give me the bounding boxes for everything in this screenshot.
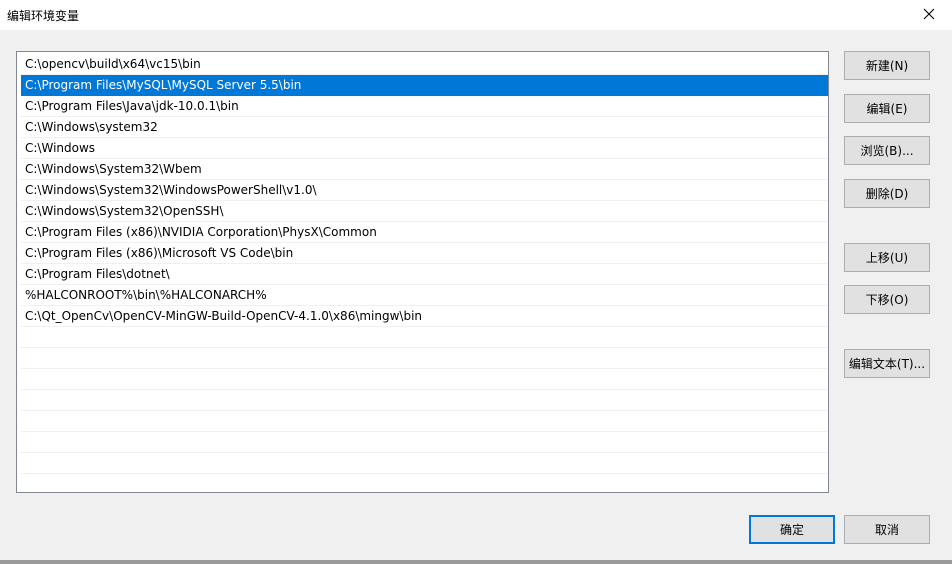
new-button[interactable]: 新建(N): [844, 51, 930, 80]
path-list[interactable]: C:\opencv\build\x64\vc15\bin C:\Program F…: [16, 51, 829, 493]
list-item[interactable]: [21, 432, 828, 453]
list-item[interactable]: C:\Program Files (x86)\Microsoft VS Code…: [21, 243, 828, 264]
list-item[interactable]: C:\Windows\System32\WindowsPowerShell\v1…: [21, 180, 828, 201]
title-bar: 编辑环境变量: [0, 0, 952, 30]
list-item[interactable]: [21, 369, 828, 390]
list-item[interactable]: [21, 390, 828, 411]
list-item[interactable]: C:\Qt_OpenCv\OpenCV-MinGW-Build-OpenCV-4…: [21, 306, 828, 327]
list-item[interactable]: [21, 348, 828, 369]
edit-text-button[interactable]: 编辑文本(T)...: [844, 349, 930, 378]
move-down-button[interactable]: 下移(O): [844, 285, 930, 314]
window-title: 编辑环境变量: [7, 9, 80, 23]
list-item[interactable]: [21, 453, 828, 474]
ok-button[interactable]: 确定: [749, 515, 835, 544]
list-item[interactable]: C:\Windows\System32\Wbem: [21, 159, 828, 180]
list-item-selected[interactable]: C:\Program Files\MySQL\MySQL Server 5.5\…: [21, 75, 828, 96]
background-strip: [0, 560, 952, 564]
list-item[interactable]: C:\Windows\system32: [21, 117, 828, 138]
list-item[interactable]: C:\Program Files\dotnet\: [21, 264, 828, 285]
list-item[interactable]: C:\Program Files (x86)\NVIDIA Corporatio…: [21, 222, 828, 243]
delete-button[interactable]: 删除(D): [844, 179, 930, 208]
list-item[interactable]: C:\Program Files\Java\jdk-10.0.1\bin: [21, 96, 828, 117]
list-item[interactable]: C:\opencv\build\x64\vc15\bin: [21, 54, 828, 75]
close-button[interactable]: [906, 0, 952, 30]
edit-button[interactable]: 编辑(E): [844, 94, 930, 123]
move-up-button[interactable]: 上移(U): [844, 243, 930, 272]
list-item[interactable]: C:\Windows: [21, 138, 828, 159]
list-item[interactable]: [21, 327, 828, 348]
browse-button[interactable]: 浏览(B)...: [844, 136, 930, 165]
list-item[interactable]: C:\Windows\System32\OpenSSH\: [21, 201, 828, 222]
list-item[interactable]: [21, 474, 828, 492]
close-icon: [923, 8, 935, 23]
cancel-button[interactable]: 取消: [844, 515, 930, 544]
list-item[interactable]: %HALCONROOT%\bin\%HALCONARCH%: [21, 285, 828, 306]
list-item[interactable]: [21, 411, 828, 432]
